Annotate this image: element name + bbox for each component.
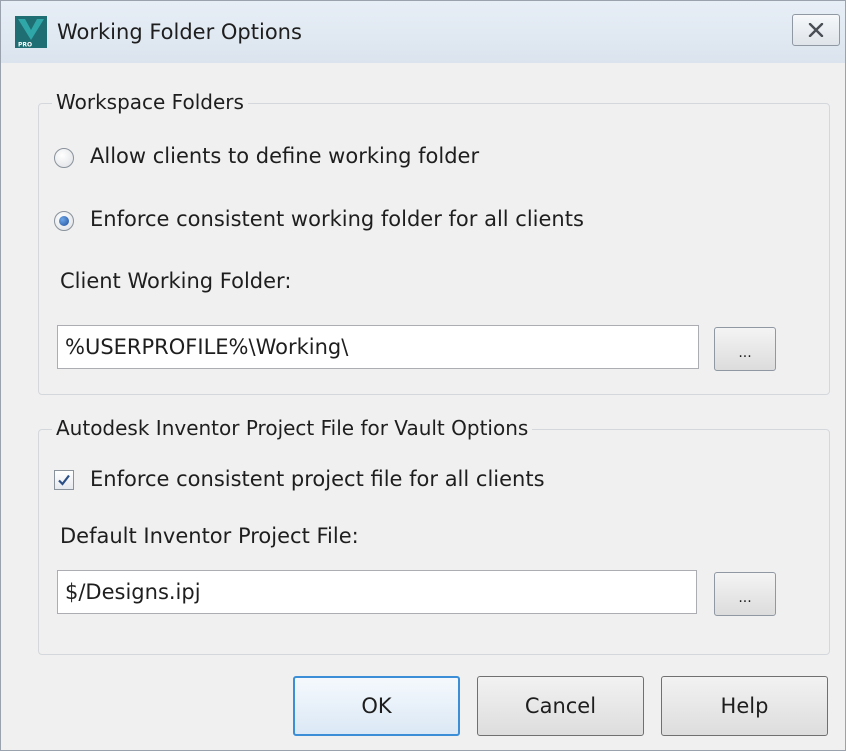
enforce-project-file-checkbox[interactable]	[54, 470, 74, 490]
title-bar[interactable]: PRO Working Folder Options	[1, 1, 845, 63]
workspace-folders-legend: Workspace Folders	[52, 90, 248, 114]
cancel-button[interactable]: Cancel	[477, 676, 644, 736]
enforce-working-folder-label[interactable]: Enforce consistent working folder for al…	[90, 207, 584, 231]
default-project-file-label: Default Inventor Project File:	[60, 524, 359, 548]
enforce-working-folder-radio[interactable]	[54, 211, 74, 231]
enforce-project-file-label[interactable]: Enforce consistent project file for all …	[90, 467, 545, 491]
default-project-file-input[interactable]: $/Designs.ipj	[57, 570, 697, 614]
help-button[interactable]: Help	[661, 676, 828, 736]
client-working-folder-input[interactable]: %USERPROFILE%\Working\	[57, 325, 699, 369]
autodesk-vault-app-icon: PRO	[15, 16, 47, 48]
close-icon	[808, 23, 824, 37]
allow-clients-radio[interactable]	[54, 148, 74, 168]
inventor-project-file-legend: Autodesk Inventor Project File for Vault…	[52, 416, 533, 440]
working-folder-options-dialog: PRO Working Folder Options Workspace Fol…	[0, 0, 846, 751]
close-button[interactable]	[792, 14, 840, 46]
browse-working-folder-button[interactable]: ...	[714, 327, 776, 371]
allow-clients-label[interactable]: Allow clients to define working folder	[90, 144, 479, 168]
checkmark-icon	[58, 474, 70, 486]
svg-text:PRO: PRO	[18, 42, 32, 49]
browse-project-file-button[interactable]: ...	[714, 572, 776, 616]
client-working-folder-label: Client Working Folder:	[60, 269, 292, 293]
ok-button[interactable]: OK	[293, 676, 460, 736]
window-title: Working Folder Options	[57, 20, 302, 44]
